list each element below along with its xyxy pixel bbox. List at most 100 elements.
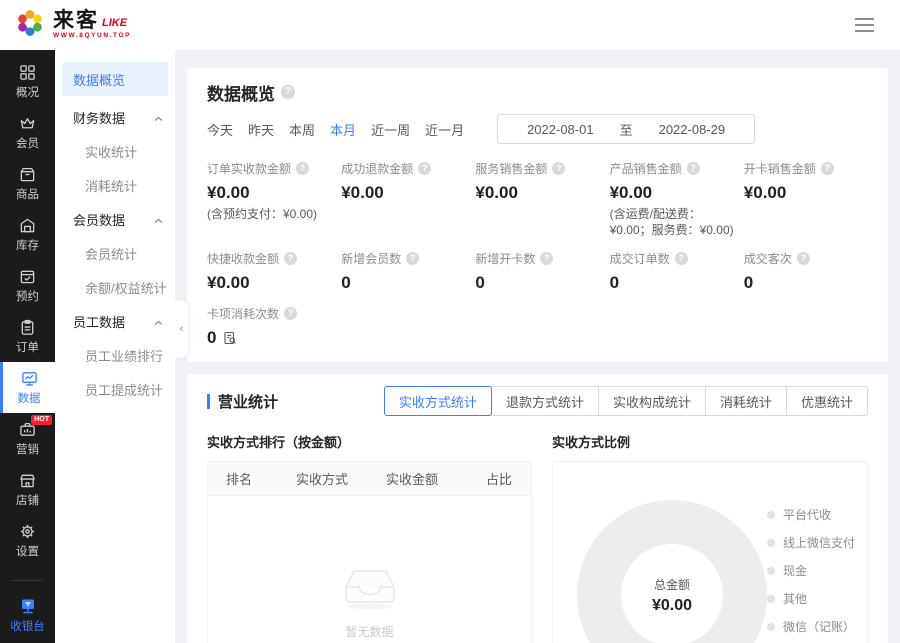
menu-item-balance-rights-stats[interactable]: 余额/权益统计 <box>55 270 175 304</box>
help-icon[interactable]: ? <box>552 162 565 175</box>
sidebar-item-inventory[interactable]: 库存 <box>0 209 55 260</box>
settings-icon <box>19 523 36 540</box>
filter-today[interactable]: 今天 <box>207 120 233 139</box>
sidebar-item-label: 库存 <box>16 237 39 253</box>
stat-value: 0 <box>744 273 753 293</box>
stat-label: 服务销售金额 <box>475 160 547 177</box>
sidebar-item-appointments[interactable]: 预约 <box>0 260 55 311</box>
shop-icon <box>19 472 36 489</box>
date-filter-row: 今天 昨天 本周 本月 近一周 近一月 2022-08-01 至 2022-08… <box>207 114 868 144</box>
stat-value: ¥0.00 <box>207 273 250 293</box>
menu-item-data-overview[interactable]: 数据概览 <box>62 62 168 96</box>
stat-value: 0 <box>610 273 619 293</box>
help-icon[interactable]: ? <box>284 307 297 320</box>
menu-item-label: 员工业绩排行 <box>85 346 163 365</box>
sidebar-item-cashier[interactable]: 收银台 <box>0 587 55 643</box>
app-window: 来客 LIKE WWW.8QYUN.TOP 概况 <box>0 0 900 643</box>
sidebar-item-products[interactable]: 商品 <box>0 158 55 209</box>
empty-inbox-icon <box>341 564 399 615</box>
legend-item-wechat-ledger[interactable]: 微信（记账） <box>767 618 868 635</box>
help-icon[interactable]: ? <box>281 85 295 99</box>
menu-group-finance-data[interactable]: 财务数据 <box>55 100 175 134</box>
filter-last-month[interactable]: 近一月 <box>425 120 464 139</box>
help-icon[interactable]: ? <box>418 162 431 175</box>
legend-dot <box>767 623 775 631</box>
date-range-picker[interactable]: 2022-08-01 至 2022-08-29 <box>497 114 755 144</box>
tab-consumption-stats[interactable]: 消耗统计 <box>705 386 787 416</box>
ranking-table-header: 排名 实收方式 实收金额 占比 <box>208 462 531 496</box>
stat-label: 成交订单数 <box>610 250 670 267</box>
sidebar-divider <box>12 580 43 581</box>
file-search-icon[interactable] <box>223 331 237 345</box>
stat-label: 订单实收款金额 <box>207 160 291 177</box>
help-icon[interactable]: ? <box>797 252 810 265</box>
menu-item-income-stats[interactable]: 实收统计 <box>55 134 175 168</box>
page-title: 数据概览 <box>207 80 275 105</box>
sidebar-item-marketing[interactable]: HOT 营销 <box>0 413 55 464</box>
filter-this-week[interactable]: 本周 <box>289 120 315 139</box>
legend-item-online-wechat[interactable]: 线上微信支付 <box>767 534 868 551</box>
help-icon[interactable]: ? <box>821 162 834 175</box>
hot-badge: HOT <box>31 415 52 425</box>
stat-value: ¥0.00 <box>341 183 384 203</box>
menu-group-member-data[interactable]: 会员数据 <box>55 202 175 236</box>
menu-item-staff-commission-stats[interactable]: 员工提成统计 <box>55 372 175 406</box>
menu-group-label: 财务数据 <box>73 108 125 127</box>
brand-logo[interactable]: 来客 LIKE WWW.8QYUN.TOP <box>14 7 131 44</box>
stat-product-sales: 产品销售金额 ? ¥0.00 (含运费/配送费：¥0.00；服务费：¥0.00) <box>610 160 734 238</box>
empty-text: 暂无数据 <box>345 623 393 640</box>
sidebar-item-settings[interactable]: 设置 <box>0 515 55 566</box>
stat-label: 成功退款金额 <box>341 160 413 177</box>
filter-last-week[interactable]: 近一周 <box>371 120 410 139</box>
help-icon[interactable]: ? <box>540 252 553 265</box>
filter-this-month[interactable]: 本月 <box>330 120 356 139</box>
tab-refund-method-stats[interactable]: 退款方式统计 <box>491 386 599 416</box>
date-range-end[interactable]: 2022-08-29 <box>659 122 726 137</box>
sidebar-item-members[interactable]: 会员 <box>0 107 55 158</box>
help-icon[interactable]: ? <box>406 252 419 265</box>
sidebar-item-orders[interactable]: 订单 <box>0 311 55 362</box>
ranking-table: 排名 实收方式 实收金额 占比 <box>207 461 532 643</box>
menu-item-consumption-stats[interactable]: 消耗统计 <box>55 168 175 202</box>
sidebar-item-label: 概况 <box>16 84 39 100</box>
legend-label: 线上微信支付 <box>783 534 855 551</box>
legend-item-cash[interactable]: 现金 <box>767 562 868 579</box>
chevron-left-icon: ‹ <box>180 323 184 335</box>
sidebar-item-data[interactable]: 数据 <box>0 362 55 413</box>
stat-quick-payment: 快捷收款金额 ? ¥0.00 <box>207 250 331 293</box>
data-icon <box>21 370 38 387</box>
sidebar-item-overview[interactable]: 概况 <box>0 56 55 107</box>
donut-center-text: 总金额 ¥0.00 <box>577 500 767 643</box>
menu-group-staff-data[interactable]: 员工数据 <box>55 304 175 338</box>
inventory-icon <box>19 217 36 234</box>
legend-item-other[interactable]: 其他 <box>767 590 868 607</box>
appointment-icon <box>19 268 36 285</box>
menu-item-label: 实收统计 <box>85 142 137 161</box>
sidebar-collapse-handle[interactable]: ‹ <box>175 300 188 358</box>
menu-item-member-stats[interactable]: 会员统计 <box>55 236 175 270</box>
tab-discount-stats[interactable]: 优惠统计 <box>786 386 868 416</box>
legend-item-platform-collect[interactable]: 平台代收 <box>767 506 868 523</box>
date-range-start[interactable]: 2022-08-01 <box>527 122 594 137</box>
sidebar-item-shop[interactable]: 店铺 <box>0 464 55 515</box>
sidebar-item-label: 商品 <box>16 186 39 202</box>
stat-label: 成交客次 <box>744 250 792 267</box>
body-row: 概况 会员 商品 <box>0 50 900 643</box>
primary-sidebar: 概况 会员 商品 <box>0 50 55 643</box>
legend-label: 平台代收 <box>783 506 831 523</box>
help-icon[interactable]: ? <box>675 252 688 265</box>
stat-card-consumption-count: 卡项消耗次数 ? 0 <box>207 305 331 348</box>
stats-tab-group: 实收方式统计 退款方式统计 实收构成统计 消耗统计 优惠统计 <box>384 386 868 416</box>
help-icon[interactable]: ? <box>687 162 700 175</box>
tab-income-method-stats[interactable]: 实收方式统计 <box>384 386 492 416</box>
stat-label: 新增开卡数 <box>475 250 535 267</box>
menu-item-staff-performance-rank[interactable]: 员工业绩排行 <box>55 338 175 372</box>
stat-order-income: 订单实收款金额 ? ¥0.00 (含预约支付：¥0.00) <box>207 160 331 238</box>
tab-income-composition-stats[interactable]: 实收构成统计 <box>598 386 706 416</box>
sidebar-item-label: 营销 <box>16 441 39 457</box>
sidebar-item-label: 设置 <box>16 543 39 559</box>
filter-yesterday[interactable]: 昨天 <box>248 120 274 139</box>
help-icon[interactable]: ? <box>296 162 309 175</box>
hamburger-menu-icon[interactable] <box>851 14 878 36</box>
help-icon[interactable]: ? <box>284 252 297 265</box>
